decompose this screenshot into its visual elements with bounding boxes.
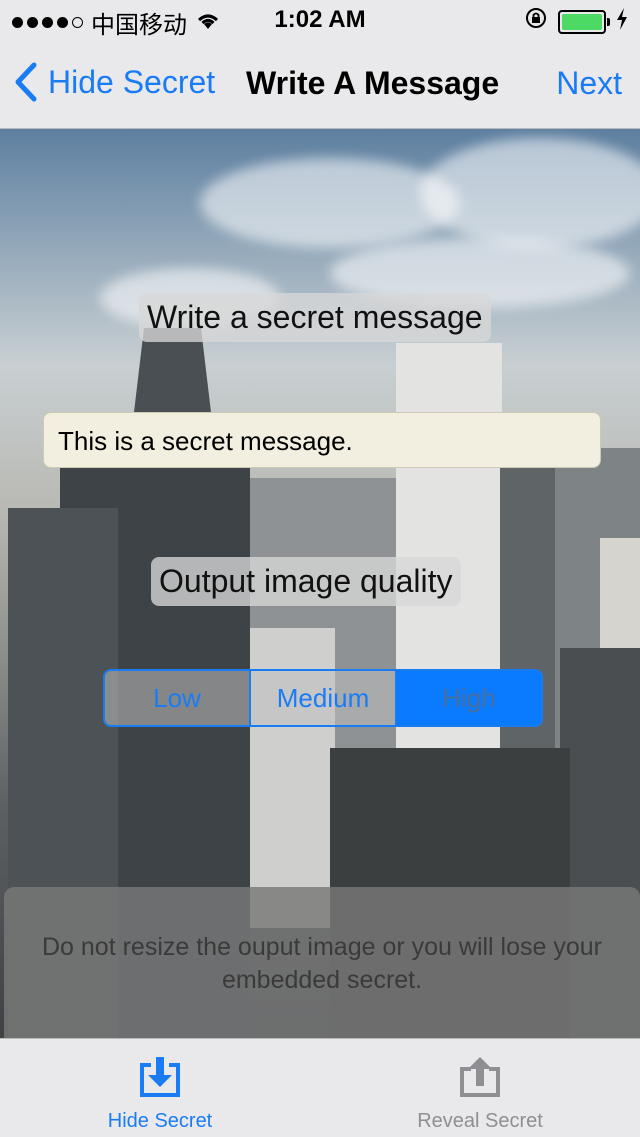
tab-bar: Hide Secret Reveal Secret xyxy=(0,1038,640,1137)
tab-hide-secret-label: Hide Secret xyxy=(107,1110,213,1132)
upload-tray-icon xyxy=(460,1057,500,1097)
warning-line-1: Do not resize the ouput image or you wil… xyxy=(41,933,602,961)
tab-reveal-secret[interactable]: Reveal Secret xyxy=(320,1039,640,1137)
chevron-left-icon xyxy=(15,62,37,102)
page-title: Write A Message xyxy=(246,65,500,101)
tab-reveal-secret-label: Reveal Secret xyxy=(417,1110,543,1132)
tab-hide-secret[interactable]: Hide Secret xyxy=(0,1039,320,1137)
quality-segmented-control: Low Medium High xyxy=(103,669,543,727)
warning-line-2: embedded secret. xyxy=(221,966,423,994)
secret-message-input[interactable]: This is a secret message. xyxy=(43,412,601,468)
back-button-label: Hide Secret xyxy=(48,63,216,100)
charging-icon xyxy=(616,6,628,37)
status-bar: 中国移动 1:02 AM xyxy=(0,0,640,40)
status-right xyxy=(524,6,628,37)
quality-option-high[interactable]: High xyxy=(395,671,541,725)
message-heading: Write a secret message xyxy=(139,293,491,342)
back-button[interactable]: Hide Secret xyxy=(14,62,215,102)
quality-option-medium[interactable]: Medium xyxy=(249,671,395,725)
next-button[interactable]: Next xyxy=(556,65,622,102)
quality-option-low[interactable]: Low xyxy=(105,671,249,725)
download-tray-icon xyxy=(140,1057,180,1097)
resize-warning-panel: Do not resize the ouput image or you wil… xyxy=(4,887,640,1038)
rotation-lock-icon xyxy=(524,6,548,37)
quality-heading: Output image quality xyxy=(151,557,461,606)
battery-icon xyxy=(558,9,610,34)
navigation-bar: Hide Secret Write A Message Next xyxy=(0,40,640,129)
